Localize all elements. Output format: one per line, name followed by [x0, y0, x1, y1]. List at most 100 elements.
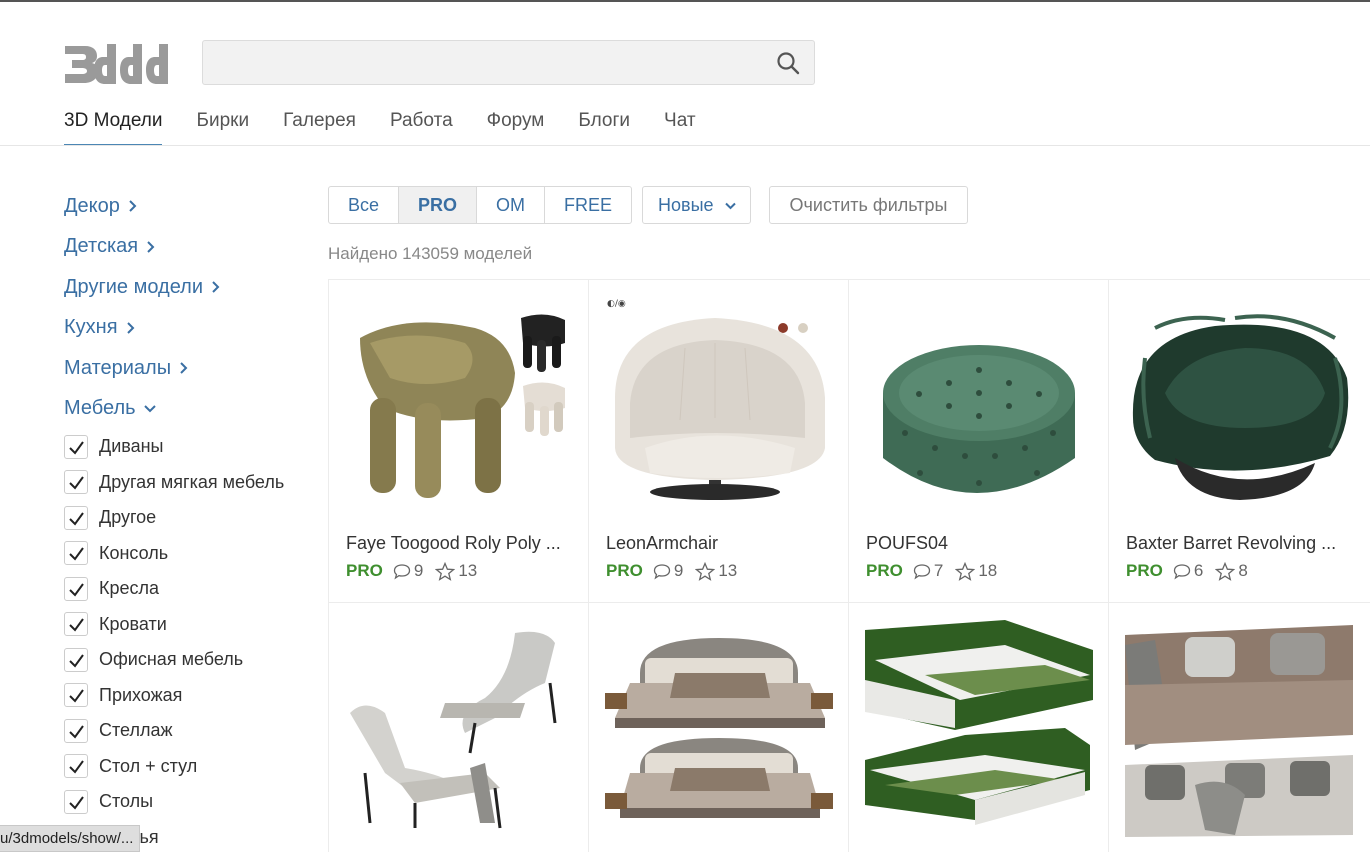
chevron-down-icon — [725, 202, 736, 210]
chevron-right-icon — [180, 362, 188, 374]
subcategory-hallway[interactable]: Прихожая — [64, 678, 314, 714]
checkmark-icon — [69, 512, 84, 526]
checkbox[interactable] — [64, 789, 88, 814]
subcategory-tables[interactable]: Столы — [64, 784, 314, 820]
model-thumbnail[interactable] — [865, 298, 1093, 510]
subcategory-console[interactable]: Консоль — [64, 536, 314, 572]
model-meta: PRO 6 8 — [1126, 561, 1260, 581]
model-card[interactable] — [589, 603, 849, 852]
search-icon[interactable] — [776, 51, 800, 75]
chevron-right-icon — [126, 322, 134, 334]
license-filter: Все PRO OM FREE — [328, 186, 633, 224]
rating-count: 13 — [718, 561, 738, 580]
model-thumbnail[interactable] — [345, 623, 573, 835]
nav-gallery[interactable]: Галерея — [283, 110, 356, 146]
category-decor[interactable]: Декор — [64, 186, 314, 227]
category-kitchen[interactable]: Кухня — [64, 308, 314, 349]
category-materials[interactable]: Материалы — [64, 348, 314, 389]
search-input[interactable] — [203, 41, 763, 84]
model-card[interactable] — [329, 603, 589, 852]
subcategory-label: Стеллаж — [99, 720, 173, 741]
model-title[interactable]: LeonArmchair — [606, 533, 836, 554]
subcategory-other[interactable]: Другое — [64, 500, 314, 536]
rating-count: 13 — [458, 561, 478, 580]
star-icon — [435, 561, 456, 581]
clear-filters-button[interactable]: Очистить фильтры — [769, 186, 968, 224]
checkbox[interactable] — [64, 434, 88, 459]
model-thumbnail[interactable] — [345, 298, 573, 510]
nav-tags[interactable]: Бирки — [196, 110, 249, 146]
model-meta: PRO 9 13 — [346, 561, 489, 581]
filter-om[interactable]: OM — [477, 187, 546, 223]
filter-pro[interactable]: PRO — [399, 187, 478, 223]
checkbox[interactable] — [64, 541, 88, 566]
rating-count: 8 — [1238, 561, 1248, 580]
subcategory-sofas[interactable]: Диваны — [64, 429, 314, 465]
chevron-right-icon — [212, 281, 220, 293]
checkmark-icon — [69, 441, 84, 455]
nav-blogs[interactable]: Блоги — [578, 110, 630, 146]
category-furniture[interactable]: Мебель — [64, 389, 314, 430]
star-icon — [955, 561, 976, 581]
subcategory-table-chair[interactable]: Стол + стул — [64, 749, 314, 785]
pro-badge: PRO — [1126, 561, 1163, 580]
checkmark-icon — [69, 689, 84, 703]
category-label: Декор — [64, 194, 120, 217]
subcategory-label: Кровати — [99, 613, 167, 634]
subcategory-beds[interactable]: Кровати — [64, 607, 314, 643]
comment-count: 9 — [413, 561, 424, 580]
subcategory-armchairs[interactable]: Кресла — [64, 571, 314, 607]
filter-all[interactable]: Все — [329, 187, 400, 223]
category-sidebar: Декор Детская Другие модели Кухня Матери… — [64, 186, 314, 852]
model-thumbnail[interactable] — [605, 623, 833, 835]
model-thumbnail[interactable]: ◐/◉ — [605, 298, 833, 510]
model-card[interactable] — [1109, 603, 1370, 852]
category-label: Мебель — [64, 397, 136, 420]
checkbox[interactable] — [64, 576, 88, 601]
chevron-down-icon — [143, 405, 156, 413]
category-label: Кухня — [64, 316, 118, 339]
subcategory-shelving[interactable]: Стеллаж — [64, 713, 314, 749]
subcategory-office[interactable]: Офисная мебель — [64, 642, 314, 678]
nav-3d-models[interactable]: 3D Модели — [64, 110, 163, 146]
checkbox[interactable] — [64, 470, 88, 495]
site-logo[interactable] — [63, 40, 169, 86]
results-count: Найдено 143059 моделей — [328, 244, 533, 263]
checkbox[interactable] — [64, 647, 88, 672]
model-thumbnail[interactable] — [1125, 298, 1353, 510]
subcategory-label: Кресла — [99, 578, 160, 599]
nav-forum[interactable]: Форум — [487, 110, 545, 146]
checkbox[interactable] — [64, 505, 88, 530]
comment-icon — [913, 563, 930, 580]
model-card[interactable]: Baxter Barret Revolving ... PRO 6 8 — [1109, 280, 1370, 603]
model-card[interactable] — [849, 603, 1109, 852]
model-card[interactable]: ◐/◉ LeonArmchair PRO 9 13 — [589, 280, 849, 603]
model-title[interactable]: Baxter Barret Revolving ... — [1126, 533, 1356, 554]
model-title[interactable]: POUFS04 — [866, 533, 1096, 554]
model-thumbnail[interactable] — [1125, 625, 1353, 837]
sort-dropdown[interactable]: Новые — [642, 186, 751, 224]
filter-free[interactable]: FREE — [545, 187, 631, 223]
checkbox[interactable] — [64, 683, 88, 708]
comment-icon — [393, 563, 410, 580]
category-label: Материалы — [64, 356, 172, 379]
checkmark-icon — [69, 760, 84, 774]
checkmark-icon — [69, 476, 84, 490]
subcategory-label: Консоль — [99, 542, 169, 563]
rating-count: 18 — [978, 561, 998, 580]
subcategory-label: Другое — [99, 507, 157, 528]
nav-jobs[interactable]: Работа — [390, 110, 453, 146]
subcategory-other-soft[interactable]: Другая мягкая мебель — [64, 465, 314, 501]
checkbox[interactable] — [64, 754, 88, 779]
model-thumbnail[interactable] — [865, 620, 1093, 832]
category-kids[interactable]: Детская — [64, 227, 314, 268]
model-card[interactable]: Faye Toogood Roly Poly ... PRO 9 13 — [329, 280, 589, 603]
nav-chat[interactable]: Чат — [664, 110, 696, 146]
subcategory-label: Столы — [99, 791, 154, 812]
checkbox[interactable] — [64, 612, 88, 637]
model-title[interactable]: Faye Toogood Roly Poly ... — [346, 533, 576, 554]
model-card[interactable]: POUFS04 PRO 7 18 — [849, 280, 1109, 603]
checkmark-icon — [69, 796, 84, 810]
category-other-models[interactable]: Другие модели — [64, 267, 314, 308]
checkbox[interactable] — [64, 718, 88, 743]
